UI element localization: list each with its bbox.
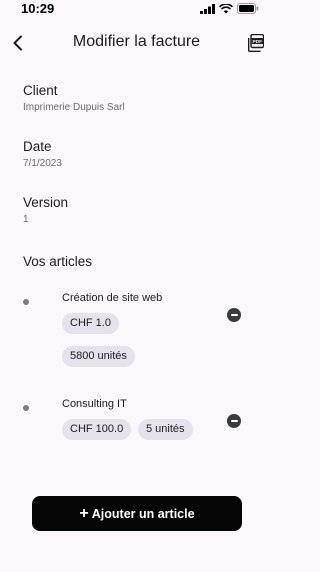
add-article-button[interactable]: + Ajouter un article: [32, 496, 242, 531]
remove-article-button[interactable]: [227, 414, 241, 428]
date-value: 7/1/2023: [23, 158, 62, 169]
article-bullet: [23, 299, 29, 305]
status-bar: 10:29: [0, 0, 273, 18]
battery-icon: [237, 3, 259, 14]
article-name: Consulting IT: [62, 398, 127, 410]
version-label: Version: [23, 195, 69, 210]
add-article-label: Ajouter un article: [91, 506, 195, 521]
article-quantity-chip: 5800 unités: [62, 346, 135, 367]
page-title: Modifier la facture: [72, 33, 201, 50]
invoice-edit-screen: 10:29 Modifier la facture PDF Client Imp…: [0, 0, 273, 572]
articles-title: Vos articles: [23, 254, 93, 269]
pdf-export-button[interactable]: PDF: [248, 33, 265, 52]
status-time: 10:29: [21, 1, 55, 16]
article-price-chip: CHF 1.0: [62, 313, 119, 334]
wifi-icon: [219, 3, 233, 13]
client-label: Client: [23, 83, 58, 98]
status-icons: [200, 3, 259, 14]
remove-article-button[interactable]: [227, 308, 241, 322]
app-header: Modifier la facture PDF: [0, 28, 273, 60]
article-name: Création de site web: [62, 292, 163, 304]
client-value: Imprimerie Dupuis Sarl: [23, 102, 125, 113]
article-bullet: [23, 405, 29, 411]
date-label: Date: [23, 139, 52, 154]
pdf-icon: PDF: [248, 33, 265, 52]
signal-icon: [200, 3, 215, 14]
article-price-chip: CHF 100.0: [62, 419, 132, 440]
pdf-icon-text: PDF: [252, 39, 262, 45]
article-quantity-chip: 5 unités: [138, 419, 193, 440]
version-value: 1: [23, 214, 29, 225]
plus-icon: +: [79, 504, 89, 522]
